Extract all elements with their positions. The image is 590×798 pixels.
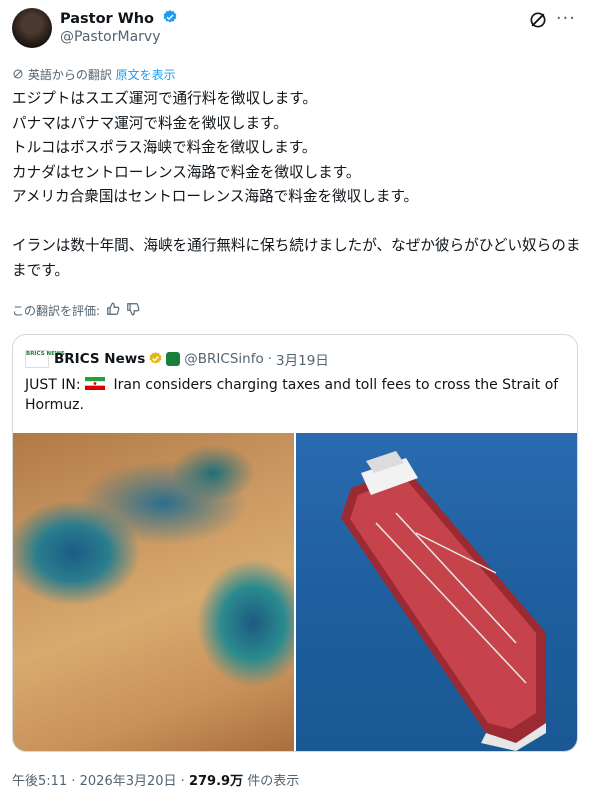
strait-of-hormuz-satellite-image[interactable] <box>13 433 294 751</box>
author-handle[interactable]: @PastorMarvy <box>60 29 160 45</box>
post-footer: 午後5:11 · 2026年3月20日 · 279.9万 件の表示 <box>12 770 299 789</box>
quoted-text: JUST IN: Iran considers charging taxes a… <box>25 375 565 415</box>
show-original-link[interactable]: 原文を表示 <box>116 68 176 82</box>
view-count: 279.9万 <box>188 774 244 789</box>
iran-flag-icon <box>85 376 106 390</box>
quoted-text-prefix: JUST IN: <box>25 377 81 393</box>
affiliate-badge-icon <box>166 352 181 366</box>
rate-translation-label: この翻訳を評価: <box>12 304 101 318</box>
oil-tanker-image[interactable] <box>296 433 577 751</box>
more-options-icon[interactable]: ··· <box>556 8 576 29</box>
rate-translation: この翻訳を評価: <box>12 302 140 319</box>
translation-label: 英語からの翻訳 <box>27 68 112 82</box>
translate-icon <box>13 69 23 79</box>
post-date[interactable]: 2026年3月20日 <box>80 774 177 789</box>
post-header: Pastor Who @PastorMarvy ··· <box>12 8 578 48</box>
author-avatar[interactable] <box>12 8 52 48</box>
quoted-date[interactable]: 3月19日 <box>276 349 329 369</box>
footer-separator-2: · <box>180 774 185 789</box>
quoted-separator: · <box>267 351 273 367</box>
quoted-post-header: BRICS NEWS BRICS News @BRICSinfo · 3月19日 <box>25 349 329 369</box>
verified-badge-icon <box>162 9 178 29</box>
post-time[interactable]: 午後5:11 <box>12 774 67 789</box>
quoted-author-handle[interactable]: @BRICSinfo <box>184 351 263 367</box>
quoted-post[interactable]: BRICS NEWS BRICS News @BRICSinfo · 3月19日… <box>12 334 578 752</box>
gold-verified-icon <box>148 351 163 368</box>
thumbs-up-icon[interactable] <box>106 302 120 319</box>
grok-icon[interactable] <box>528 10 548 34</box>
view-count-label: 件の表示 <box>247 774 300 789</box>
author-name-row[interactable]: Pastor Who <box>60 9 178 29</box>
quoted-author-name[interactable]: BRICS News <box>54 351 145 367</box>
brics-news-logo: BRICS NEWS <box>25 350 65 368</box>
author-name[interactable]: Pastor Who <box>60 11 154 27</box>
translation-notice: 英語からの翻訳 原文を表示 <box>12 66 176 83</box>
post-text: エジプトはスエズ運河で通行料を徴収します。 パナマはパナマ運河で料金を徴収します… <box>12 90 581 279</box>
thumbs-down-icon[interactable] <box>126 302 140 319</box>
footer-separator-1: · <box>71 774 76 789</box>
